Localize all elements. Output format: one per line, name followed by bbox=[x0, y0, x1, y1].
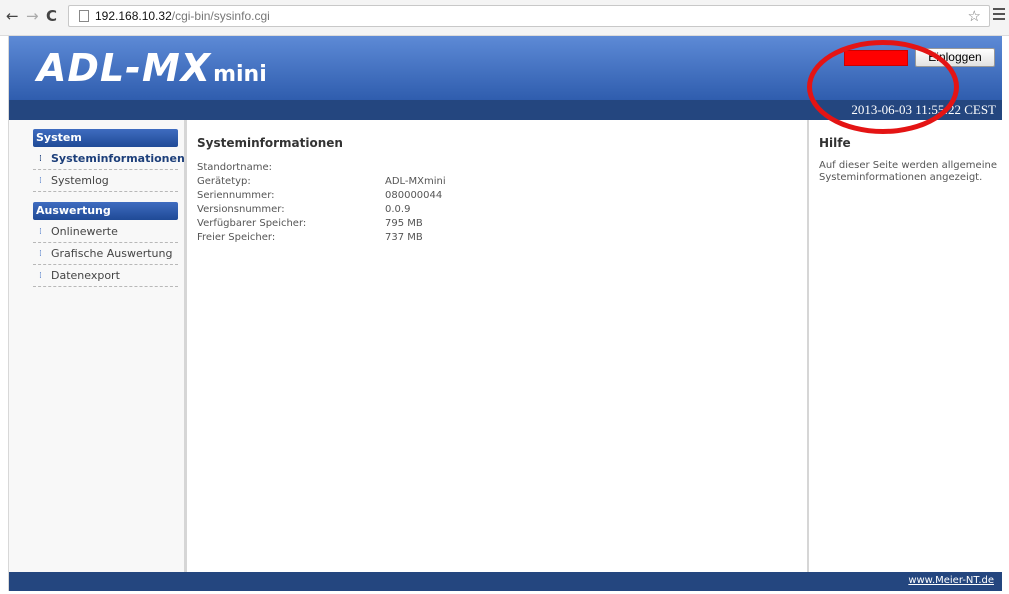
info-row: Seriennummer: 080000044 bbox=[197, 189, 757, 203]
address-bar[interactable]: 192.168.10.32/cgi-bin/sysinfo.cgi ☆ bbox=[68, 5, 990, 27]
bullet-icon: ⁞ bbox=[39, 249, 42, 259]
bullet-icon: ⁞ bbox=[39, 176, 42, 186]
back-arrow-icon[interactable]: ← bbox=[6, 6, 19, 26]
page-footer: www.Meier-NT.de bbox=[9, 572, 1002, 591]
bullet-icon: ⁞ bbox=[39, 271, 42, 281]
date-bar: 2013-06-03 11:55:22 CEST bbox=[9, 100, 1002, 120]
info-label: Versionsnummer: bbox=[197, 204, 285, 215]
info-label: Verfügbarer Speicher: bbox=[197, 218, 307, 229]
logo-main-text: ADL-MX bbox=[37, 46, 212, 90]
sidebar-item-label: Systeminformationen bbox=[51, 152, 185, 165]
bullet-icon: ⁞ bbox=[39, 227, 42, 237]
info-value: 795 MB bbox=[385, 218, 423, 229]
info-label: Standortname: bbox=[197, 162, 272, 173]
current-datetime: 2013-06-03 11:55:22 CEST bbox=[851, 102, 996, 117]
info-row: Standortname: bbox=[197, 161, 757, 175]
sidebar-section-auswertung: Auswertung bbox=[33, 202, 178, 220]
info-row: Gerätetyp: ADL-MXmini bbox=[197, 175, 757, 189]
sidebar-item-onlinewerte[interactable]: ⁞ Onlinewerte bbox=[33, 222, 178, 243]
info-row: Versionsnummer: 0.0.9 bbox=[197, 203, 757, 217]
page-header: ADL-MXmini Einloggen bbox=[9, 36, 1002, 100]
page-icon bbox=[79, 10, 89, 22]
browser-toolbar: ← → C 192.168.10.32/cgi-bin/sysinfo.cgi … bbox=[0, 0, 1009, 36]
info-value: 0.0.9 bbox=[385, 204, 411, 215]
page-title: Systeminformationen bbox=[197, 136, 343, 150]
info-label: Gerätetyp: bbox=[197, 176, 251, 187]
sidebar-item-systemlog[interactable]: ⁞ Systemlog bbox=[33, 171, 178, 192]
info-value: 737 MB bbox=[385, 232, 423, 243]
url-path: /cgi-bin/sysinfo.cgi bbox=[171, 9, 270, 23]
url-text[interactable]: 192.168.10.32/cgi-bin/sysinfo.cgi bbox=[95, 8, 270, 24]
sidebar-item-label: Datenexport bbox=[51, 269, 120, 282]
help-title: Hilfe bbox=[819, 136, 851, 150]
forward-arrow-icon[interactable]: → bbox=[26, 6, 39, 26]
info-label: Freier Speicher: bbox=[197, 232, 276, 243]
adl-mx-logo: ADL-MXmini bbox=[37, 42, 267, 94]
info-row: Verfügbarer Speicher: 795 MB bbox=[197, 217, 757, 231]
sidebar-item-systeminformationen[interactable]: ⁞ Systeminformationen bbox=[33, 149, 185, 170]
url-host: 192.168.10.32 bbox=[95, 9, 172, 23]
help-panel: Hilfe Auf dieser Seite werden allgemeine… bbox=[807, 120, 1002, 572]
web-page: ADL-MXmini Einloggen 2013-06-03 11:55:22… bbox=[8, 36, 1002, 591]
info-value: ADL-MXmini bbox=[385, 176, 446, 187]
footer-link[interactable]: www.Meier-NT.de bbox=[908, 575, 994, 586]
info-label: Seriennummer: bbox=[197, 190, 275, 201]
sidebar-item-label: Onlinewerte bbox=[51, 225, 118, 238]
login-password-field[interactable] bbox=[844, 50, 908, 66]
info-value: 080000044 bbox=[385, 190, 443, 201]
browser-menu-icon[interactable] bbox=[993, 8, 1005, 22]
sidebar-item-label: Systemlog bbox=[51, 174, 109, 187]
sidebar: System ⁞ Systeminformationen ⁞ Systemlog… bbox=[9, 120, 187, 572]
sidebar-section-system: System bbox=[33, 129, 178, 147]
sidebar-item-label: Grafische Auswertung bbox=[51, 247, 173, 260]
reload-icon[interactable]: C bbox=[46, 6, 57, 26]
main-content: Systeminformationen Standortname: Geräte… bbox=[187, 120, 807, 572]
login-button[interactable]: Einloggen bbox=[915, 48, 995, 67]
logo-sub-text: mini bbox=[213, 62, 267, 87]
help-text: Auf dieser Seite werden allgemeine Syste… bbox=[819, 160, 997, 183]
sidebar-item-grafische-auswertung[interactable]: ⁞ Grafische Auswertung bbox=[33, 244, 178, 265]
info-row: Freier Speicher: 737 MB bbox=[197, 231, 757, 245]
sidebar-item-datenexport[interactable]: ⁞ Datenexport bbox=[33, 266, 178, 287]
bookmark-star-icon[interactable]: ☆ bbox=[968, 7, 981, 25]
bullet-icon: ⁞ bbox=[39, 154, 42, 164]
